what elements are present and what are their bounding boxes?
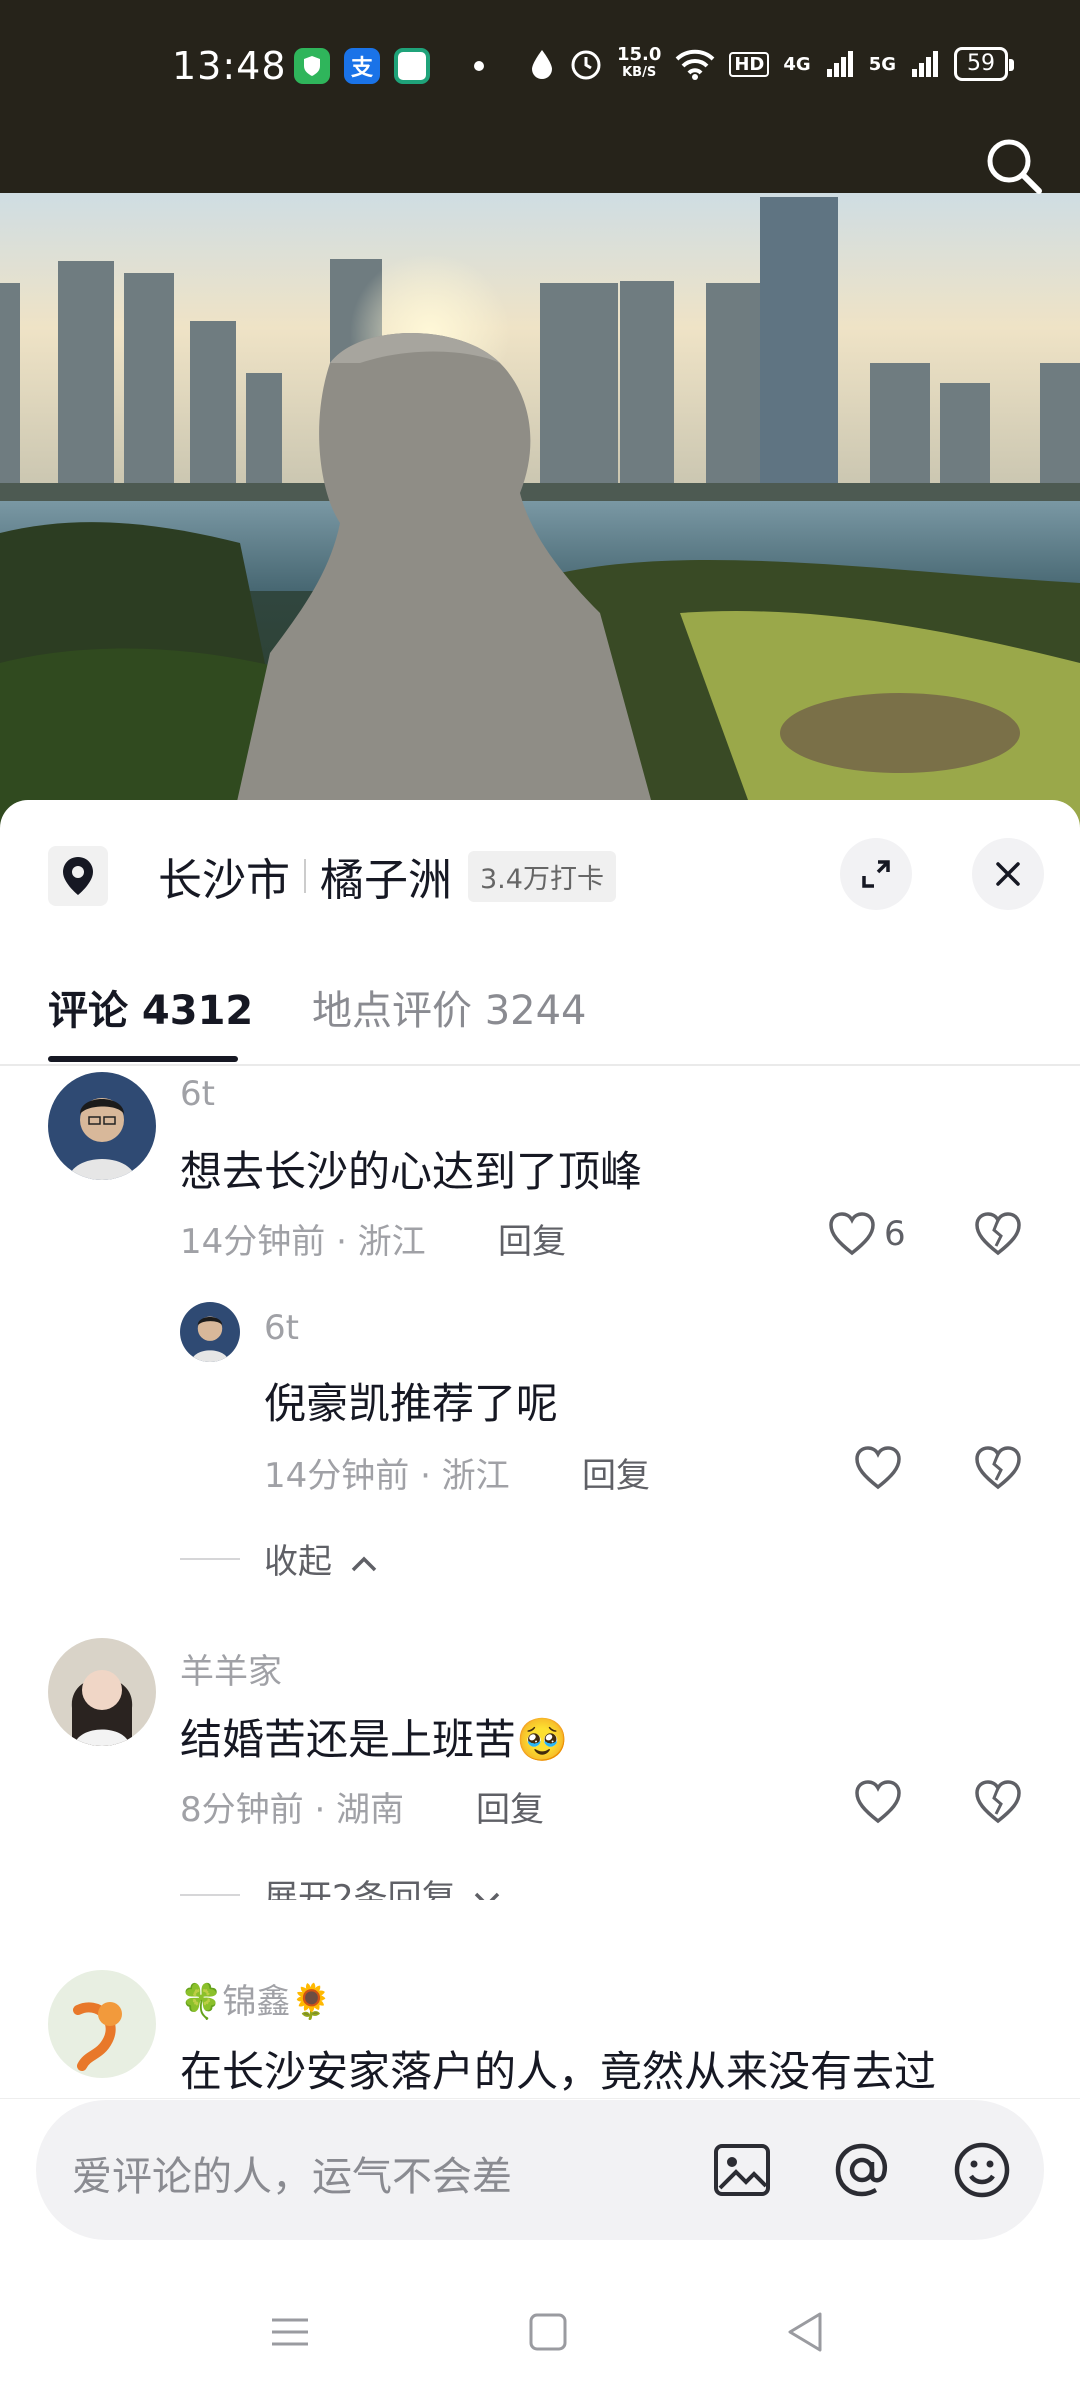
location-header[interactable]: 长沙市 橘子洲 3.4万打卡: [48, 840, 616, 912]
avatar[interactable]: [48, 1638, 156, 1746]
like-icon[interactable]: [852, 1442, 904, 1494]
reply-meta: 14分钟前 · 浙江: [264, 1456, 510, 1496]
expand-replies-button[interactable]: 展开2条回复: [264, 1870, 502, 1900]
tab-comments[interactable]: 评论 4312: [48, 978, 253, 1036]
mention-icon[interactable]: [826, 2134, 898, 2206]
comment-input-bar[interactable]: 爱评论的人，运气不会差: [36, 2100, 1044, 2240]
drop-icon: [531, 50, 552, 79]
like-count: 6: [884, 1214, 906, 1254]
back-icon[interactable]: [782, 2308, 830, 2356]
reply-username[interactable]: 6t: [264, 1308, 299, 1348]
net-speed: 15.0 KB/S: [616, 44, 662, 81]
menu-icon[interactable]: [266, 2308, 314, 2356]
status-right: 15.0 KB/S HD 4G 5G 59: [529, 44, 1014, 82]
search-button[interactable]: [984, 136, 1044, 196]
collapse-replies-button[interactable]: 收起: [264, 1534, 379, 1583]
comment-text: 结婚苦还是上班苦🥹: [180, 1715, 569, 1764]
system-nav-bar: [0, 2260, 1080, 2400]
close-icon: [996, 862, 1020, 886]
shield-app-icon: [294, 48, 330, 84]
location-hero-image[interactable]: [0, 193, 1080, 833]
like-icon[interactable]: [852, 1776, 904, 1828]
expand-replies-label: 展开2条回复: [264, 1878, 456, 1900]
status-bar: 13:48 支 15.0 KB/S HD 4G 5G 59: [0, 0, 1080, 193]
home-icon[interactable]: [524, 2308, 572, 2356]
broken-heart-icon[interactable]: [972, 1442, 1024, 1494]
expand-icon: [862, 860, 890, 888]
broken-heart-icon[interactable]: [972, 1208, 1024, 1260]
net-4g-label: 4G: [783, 53, 811, 75]
net-5g-label: 5G: [868, 53, 896, 75]
reply-button[interactable]: 回复: [582, 1448, 650, 1497]
hero-scenery: [0, 193, 1080, 833]
battery-indicator: 59: [954, 47, 1014, 81]
alarm-icon: [571, 50, 601, 80]
avatar[interactable]: [48, 1072, 156, 1180]
comment-tabs: 评论 4312 地点评价 3244: [0, 970, 1080, 1066]
comment-meta: 14分钟前 · 浙江: [180, 1222, 426, 1262]
location-city: 长沙市: [158, 855, 290, 906]
comment-username[interactable]: 6t: [180, 1074, 215, 1114]
close-button[interactable]: [972, 838, 1044, 910]
location-separator: [304, 859, 306, 893]
reply-avatar[interactable]: [180, 1302, 240, 1362]
chevron-down-icon: [475, 1892, 500, 1900]
alipay-icon: 支: [344, 48, 380, 84]
status-time: 13:48: [172, 44, 287, 88]
signal-icon: [826, 51, 853, 77]
collapse-replies-label: 收起: [264, 1542, 332, 1582]
wifi-icon: [675, 49, 715, 80]
app-ring-icon: [394, 48, 430, 84]
signal-icon-2: [912, 51, 938, 77]
avatar[interactable]: [48, 1970, 156, 2078]
tab-place-reviews[interactable]: 地点评价 3244: [312, 978, 587, 1036]
comment-text: 想去长沙的心达到了顶峰: [180, 1147, 643, 1196]
hd-label: HD: [729, 51, 770, 77]
expand-button[interactable]: [840, 838, 912, 910]
location-pin-icon: [48, 846, 108, 906]
broken-heart-icon[interactable]: [972, 1776, 1024, 1828]
comment-username[interactable]: 羊羊家: [180, 1644, 282, 1693]
comment-list[interactable]: 6t 想去长沙的心达到了顶峰 14分钟前 · 浙江 回复 6 6t 倪豪凯推荐了…: [0, 1068, 1080, 1900]
search-icon: [987, 139, 1042, 194]
more-notifications-dot: [474, 61, 484, 71]
chevron-up-icon: [351, 1556, 377, 1571]
notification-icons: 支: [294, 48, 484, 84]
thread-line: [180, 1894, 240, 1896]
emoji-icon[interactable]: [946, 2134, 1018, 2206]
comment-meta: 8分钟前 · 湖南: [180, 1790, 405, 1830]
checkin-count-badge: 3.4万打卡: [468, 850, 616, 902]
reply-text: 倪豪凯推荐了呢: [264, 1379, 559, 1428]
comment-username[interactable]: 🍀锦鑫🌻: [180, 1974, 333, 2023]
like-icon[interactable]: [826, 1208, 878, 1260]
reply-button[interactable]: 回复: [498, 1214, 566, 1263]
comment-text: 在长沙安家落户的人，竟然从来没有去过: [180, 2047, 937, 2096]
comment-input[interactable]: 爱评论的人，运气不会差: [72, 2144, 512, 2202]
image-icon[interactable]: [706, 2134, 778, 2206]
active-tab-indicator: [48, 1056, 238, 1062]
location-name: 橘子洲: [320, 855, 452, 906]
thread-line: [180, 1558, 240, 1560]
reply-button[interactable]: 回复: [476, 1782, 544, 1831]
